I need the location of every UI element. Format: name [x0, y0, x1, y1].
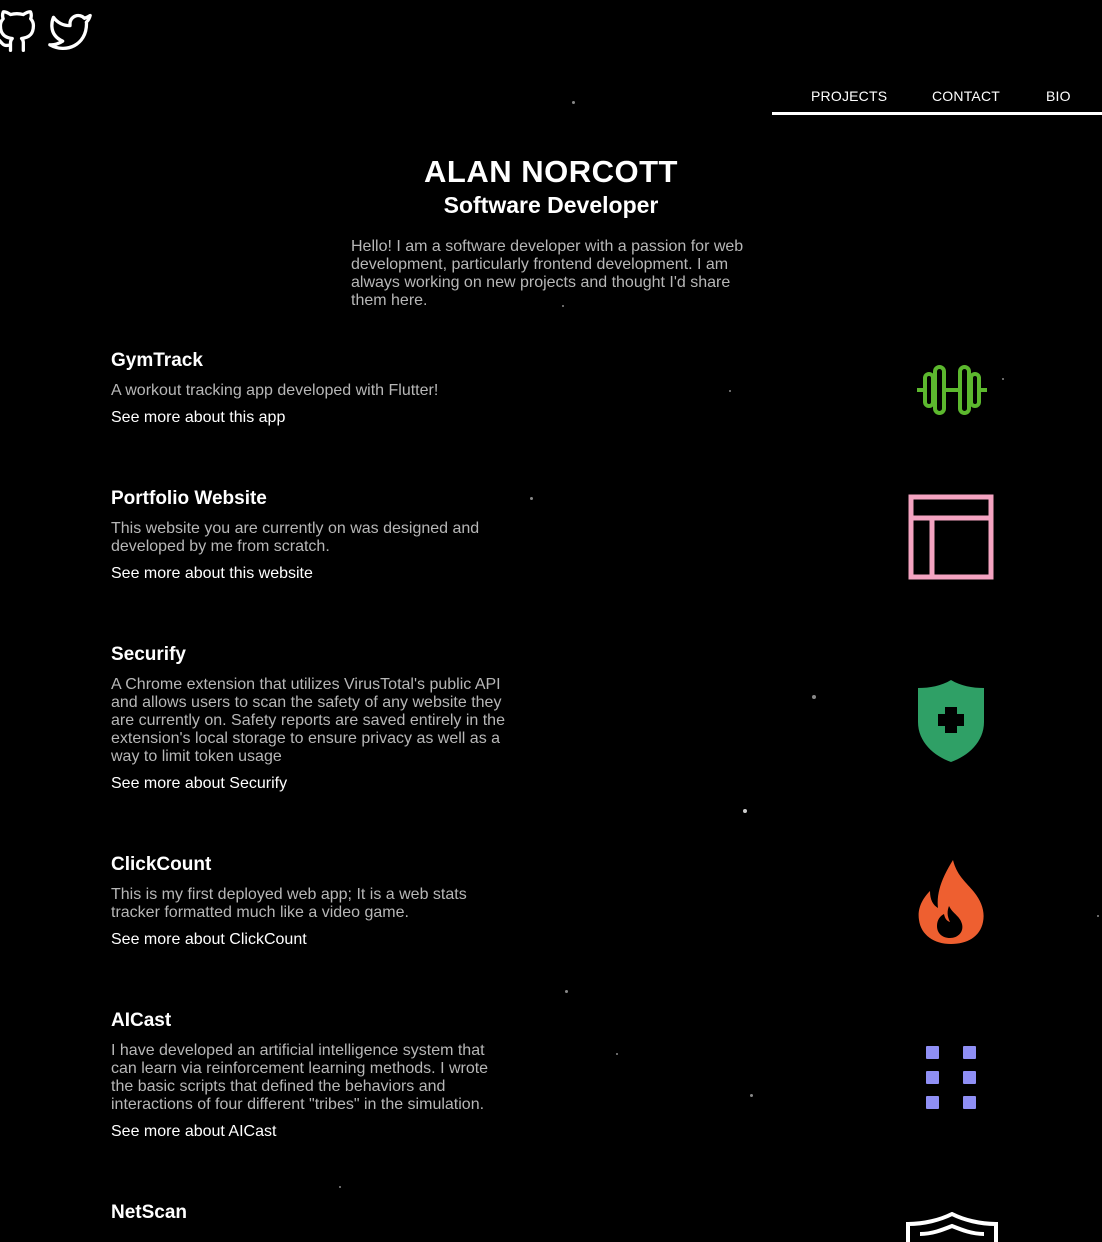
main-nav: PROJECTS CONTACT BIO [772, 88, 1102, 115]
project-aicast: AICast I have developed an artificial in… [111, 1010, 511, 1141]
project-netscan: NetScan [111, 1202, 511, 1224]
project-description: This website you are currently on was de… [111, 520, 480, 555]
flame-icon [918, 860, 984, 944]
project-link[interactable]: See more about AICast [111, 1123, 511, 1141]
project-clickcount: ClickCount This is my first deployed web… [111, 854, 511, 949]
grid-dots-icon [926, 1046, 976, 1109]
star [812, 695, 816, 699]
project-description: A Chrome extension that utilizes VirusTo… [111, 676, 505, 765]
project-description: I have developed an artificial intellige… [111, 1042, 489, 1113]
star [1097, 915, 1099, 917]
layout-icon [908, 494, 994, 580]
project-title: AICast [111, 1010, 172, 1031]
star [743, 809, 747, 813]
intro-text: Hello! I am a software developer with a … [351, 238, 744, 309]
project-title: GymTrack [111, 350, 203, 371]
nav-contact[interactable]: CONTACT [932, 88, 1000, 104]
page-title: ALAN NORCOTT [424, 154, 678, 189]
github-link[interactable] [0, 10, 38, 54]
page-subtitle: Software Developer [443, 192, 659, 218]
social-links [0, 10, 92, 54]
project-securify: Securify A Chrome extension that utilize… [111, 644, 511, 793]
star [562, 305, 564, 307]
star [750, 1094, 753, 1097]
project-title: Securify [111, 644, 186, 665]
nav-bio[interactable]: BIO [1046, 88, 1071, 104]
github-icon [0, 10, 36, 52]
project-title: Portfolio Website [111, 488, 267, 509]
project-link[interactable]: See more about Securify [111, 775, 511, 793]
project-link[interactable]: See more about this website [111, 565, 511, 583]
shield-plus-icon [918, 680, 984, 762]
star [339, 1186, 341, 1188]
project-title: ClickCount [111, 854, 212, 875]
project-description: A workout tracking app developed with Fl… [111, 382, 439, 399]
project-link[interactable]: See more about ClickCount [111, 931, 511, 949]
star [616, 1053, 618, 1055]
project-gymtrack: GymTrack A workout tracking app develope… [111, 350, 511, 427]
project-description: This is my first deployed web app; It is… [111, 886, 467, 921]
project-portfolio: Portfolio Website This website you are c… [111, 488, 511, 583]
star [530, 497, 533, 500]
twitter-icon [48, 13, 92, 51]
project-title: NetScan [111, 1202, 188, 1223]
star [729, 390, 731, 392]
star [1002, 378, 1004, 380]
nav-projects[interactable]: PROJECTS [811, 88, 887, 104]
star [565, 990, 568, 993]
twitter-link[interactable] [48, 10, 92, 54]
star [572, 101, 575, 104]
dumbbell-icon [917, 365, 987, 415]
project-link[interactable]: See more about this app [111, 409, 511, 427]
